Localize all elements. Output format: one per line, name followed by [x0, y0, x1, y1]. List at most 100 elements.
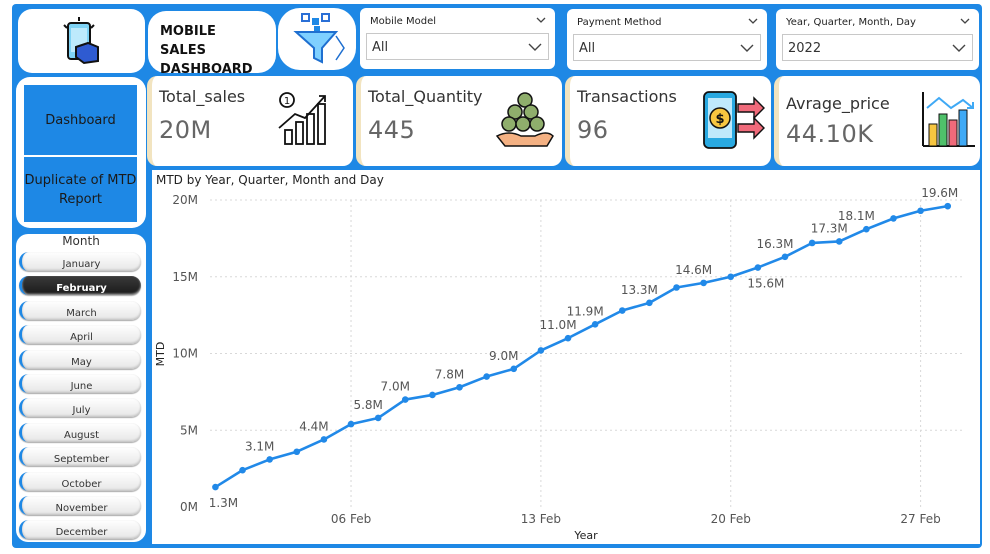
slicer-label: Mobile Model [370, 16, 437, 27]
month-button-april[interactable]: April [19, 325, 141, 345]
data-point[interactable] [510, 365, 518, 373]
month-button-july[interactable]: July [19, 398, 141, 418]
data-point[interactable] [537, 347, 545, 354]
kpi-label: Transactions [577, 87, 677, 106]
data-point[interactable] [944, 202, 952, 210]
month-slicer-title: Month [62, 234, 100, 248]
month-button-may[interactable]: May [19, 349, 141, 369]
dropdown-value: 2022 [788, 41, 822, 56]
page-title: MOBILE SALES DASHBOARD [160, 24, 253, 77]
x-tick-label: 13 Feb [521, 512, 561, 526]
kpi-average-price: Avrage_price 44.10K [774, 76, 980, 166]
data-point[interactable] [863, 225, 870, 233]
y-axis-label: MTD [154, 342, 167, 367]
data-point[interactable] [890, 215, 897, 222]
data-point[interactable] [347, 420, 355, 428]
month-button-january[interactable]: January [19, 252, 141, 271]
data-label: 4.4M [299, 419, 328, 433]
chevron-down-icon [748, 18, 758, 24]
y-tick-label: 0M [180, 500, 198, 514]
chevron-down-icon [528, 43, 542, 51]
month-button-october[interactable]: October [19, 471, 141, 491]
coins-hand-icon [495, 92, 554, 147]
month-button-september[interactable]: September [19, 447, 141, 467]
month-button-august[interactable]: August [19, 422, 141, 442]
data-point[interactable] [456, 383, 463, 391]
chart-title: MTD by Year, Quarter, Month and Day [156, 173, 384, 187]
data-point[interactable] [293, 448, 301, 456]
y-tick-label: 5M [180, 423, 198, 437]
month-button-february[interactable]: February [19, 276, 141, 296]
month-button-december[interactable]: December [19, 520, 141, 540]
data-point[interactable] [266, 456, 273, 463]
title-card: MOBILE SALES DASHBOARD [148, 11, 276, 77]
payment-method-slicer[interactable]: Payment Method All [567, 9, 767, 70]
data-label: 19.6M [921, 186, 958, 200]
data-point[interactable] [646, 299, 653, 307]
kpi-total-quantity: Total_Quantity 445 [356, 76, 562, 166]
x-tick-label: 20 Feb [711, 512, 751, 526]
x-tick-label: 27 Feb [900, 512, 940, 526]
data-label: 15.6M [747, 277, 784, 291]
mtd-report-nav-button[interactable]: Duplicate of MTD Report [24, 157, 137, 222]
data-point[interactable] [700, 279, 707, 287]
data-point[interactable] [212, 483, 219, 491]
mobile-hand-icon [63, 17, 99, 65]
kpi-transactions: Transactions 96 $ [565, 76, 771, 166]
phone-payment-icon: $ [703, 91, 765, 149]
date-hierarchy-slicer[interactable]: Year, Quarter, Month, Day 2022 [776, 9, 979, 70]
data-point[interactable] [618, 307, 626, 314]
kpi-label: Total_sales [159, 87, 246, 106]
data-point[interactable] [320, 436, 328, 443]
svg-text:1: 1 [284, 96, 290, 107]
data-point[interactable] [564, 334, 572, 342]
data-point[interactable] [429, 391, 436, 399]
data-point[interactable] [374, 414, 382, 422]
data-label: 1.3M [209, 496, 238, 510]
mobile-model-dropdown[interactable]: All [366, 33, 549, 60]
month-button-march[interactable]: March [19, 300, 141, 320]
x-tick-label: 06 Feb [331, 512, 371, 526]
payment-method-dropdown[interactable]: All [573, 34, 761, 61]
data-label: 18.1M [838, 209, 875, 223]
data-point[interactable] [401, 396, 409, 403]
bar-chart-icon [922, 92, 975, 147]
data-point[interactable] [835, 238, 843, 245]
mtd-line-chart: MTD by Year, Quarter, Month and Day MTD … [154, 173, 964, 542]
kpi-value: 96 [577, 116, 609, 144]
svg-text:$: $ [715, 112, 724, 127]
data-label: 3.1M [245, 439, 274, 453]
kpi-total-sales: Total_sales 20M 1 [147, 76, 353, 166]
month-button-november[interactable]: November [19, 496, 141, 515]
month-button-june[interactable]: June [19, 374, 141, 393]
data-label: 9.0M [489, 349, 518, 363]
data-label: 5.8M [353, 398, 382, 412]
logo-card [18, 9, 145, 73]
data-point[interactable] [781, 253, 789, 261]
navigation-panel: Dashboard Duplicate of MTD Report [16, 77, 146, 228]
data-point[interactable] [483, 373, 490, 380]
data-point[interactable] [673, 284, 680, 291]
data-point[interactable] [239, 466, 246, 474]
date-hierarchy-dropdown[interactable]: 2022 [782, 34, 973, 61]
dropdown-value: All [579, 41, 596, 56]
chevron-down-icon [960, 18, 970, 24]
mobile-model-slicer[interactable]: Mobile Model All [360, 8, 555, 69]
funnel-filter-icon [293, 13, 345, 64]
data-label: 7.0M [381, 380, 410, 394]
data-point[interactable] [591, 321, 599, 328]
data-point[interactable] [754, 264, 762, 271]
y-tick-label: 20M [172, 193, 198, 207]
growth-chart-icon: 1 [278, 92, 326, 145]
chevron-down-icon [952, 44, 966, 52]
y-tick-label: 15M [172, 270, 198, 284]
data-label: 11.0M [539, 318, 576, 332]
mtd-series-line [214, 204, 948, 489]
dashboard-nav-button[interactable]: Dashboard [24, 85, 137, 155]
data-point[interactable] [727, 273, 735, 281]
x-axis-label: Year [573, 529, 598, 542]
dropdown-value: All [372, 40, 389, 55]
data-point[interactable] [917, 207, 924, 215]
data-point[interactable] [808, 239, 816, 247]
mtd-line-chart-card: MTD by Year, Quarter, Month and Day MTD … [152, 170, 980, 544]
